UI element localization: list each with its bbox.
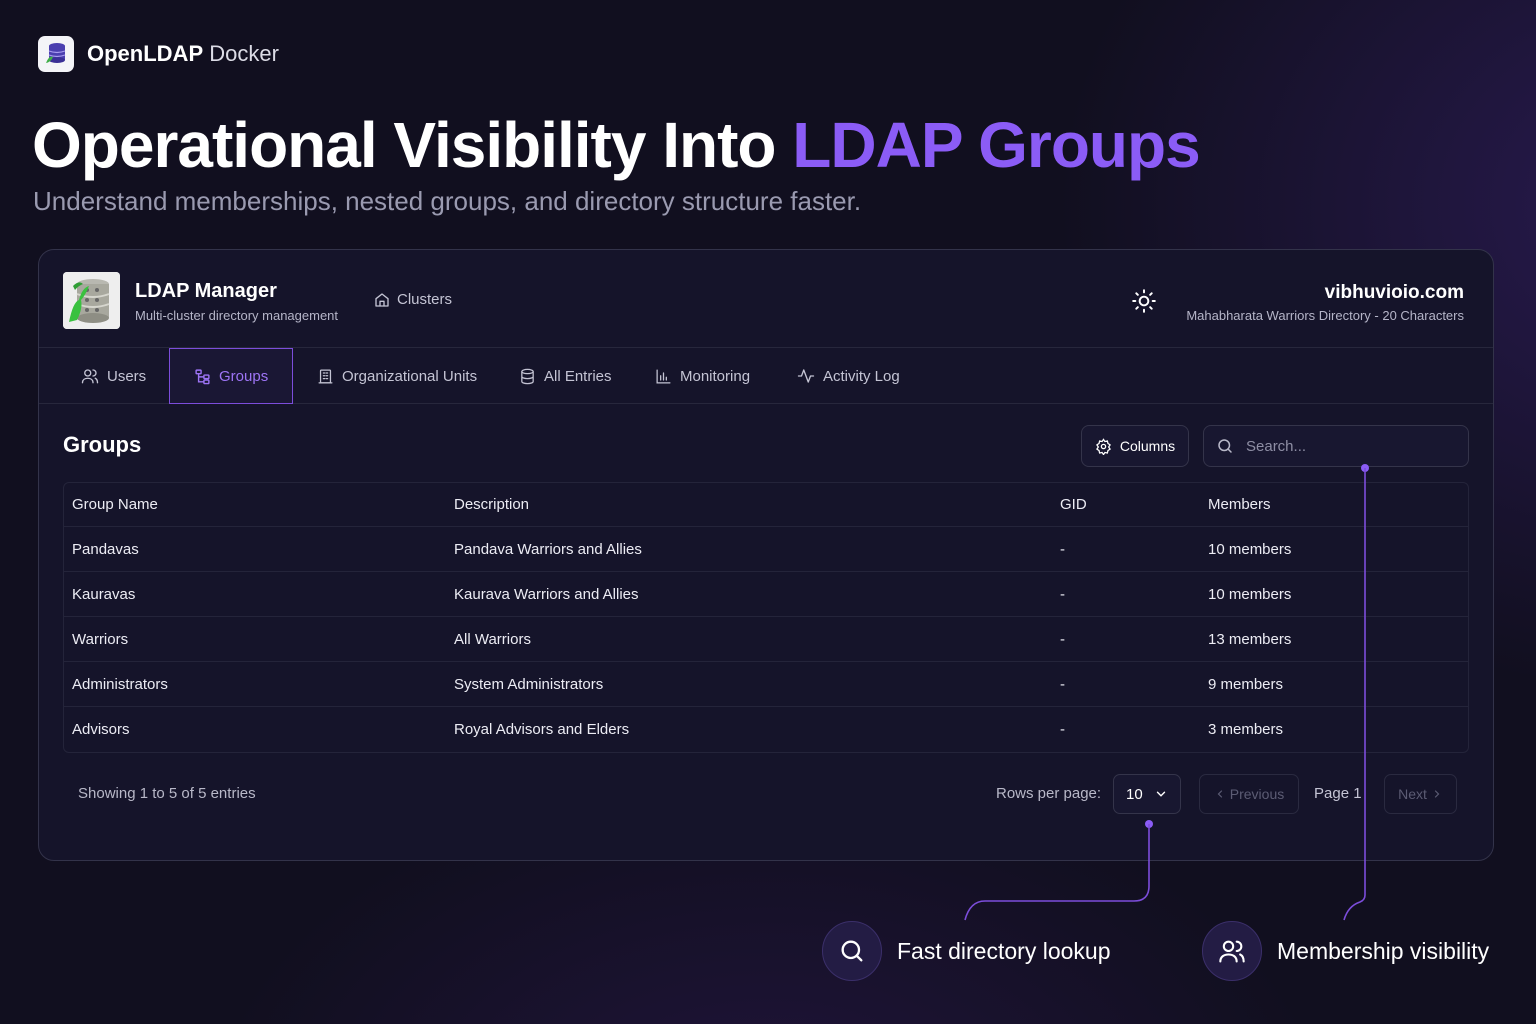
page-indicator: Page 1: [1314, 785, 1362, 802]
chevron-right-icon: [1434, 790, 1440, 798]
feature-label: Membership visibility: [1277, 937, 1490, 964]
cell-members: 9 members: [1208, 675, 1284, 693]
cell-gid: -: [1060, 585, 1065, 603]
activity-icon: [797, 369, 815, 383]
cell-gid: -: [1060, 721, 1065, 738]
rows-per-page-select[interactable]: 10: [1113, 774, 1181, 814]
cell-description: System Administrators: [454, 675, 604, 693]
section-title: Groups: [63, 432, 142, 457]
rows-per-page-label: Rows per page:: [996, 785, 1102, 802]
cell-description: Kaurava Warriors and Allies: [454, 585, 639, 603]
groups-icon: [195, 368, 210, 384]
app-subtitle: Multi-cluster directory management: [135, 308, 339, 323]
previous-page-button[interactable]: Previous: [1199, 774, 1299, 814]
next-page-button[interactable]: Next: [1384, 774, 1457, 814]
search-input[interactable]: [1246, 437, 1446, 455]
ldap-manager-logo-icon: [63, 272, 120, 329]
cell-gid: -: [1060, 540, 1065, 558]
feature-fast-lookup: Fast directory lookup: [822, 921, 1110, 981]
table-row[interactable]: Advisors Royal Advisors and Elders - 3 m…: [64, 707, 1468, 752]
header-description[interactable]: Description: [454, 483, 529, 526]
table-header-row: Group Name Description GID Members: [64, 483, 1468, 527]
openldap-logo-icon: [38, 36, 74, 72]
users-icon: [81, 369, 99, 384]
app-title: LDAP Manager: [135, 280, 277, 302]
gear-icon: [1095, 437, 1111, 455]
header-members[interactable]: Members: [1208, 483, 1271, 526]
entries-count: Showing 1 to 5 of 5 entries: [78, 785, 256, 802]
chevron-down-icon: [1156, 791, 1166, 797]
cell-description: Pandava Warriors and Allies: [454, 540, 642, 558]
cell-gid: -: [1060, 630, 1065, 648]
rows-per-page-value: 10: [1126, 785, 1143, 803]
cell-members: 10 members: [1208, 540, 1292, 558]
app-header: LDAP Manager Multi-cluster directory man…: [39, 250, 1493, 348]
building-icon: [318, 368, 333, 384]
directory-description: Mahabharata Warriors Directory - 20 Char…: [1186, 308, 1464, 323]
tab-organizational-units[interactable]: Organizational Units: [293, 348, 501, 404]
cell-group-name: Advisors: [72, 721, 130, 738]
search-icon: [1218, 439, 1232, 453]
cell-group-name: Kauravas: [72, 585, 136, 603]
cell-group-name: Pandavas: [72, 540, 139, 558]
cell-members: 13 members: [1208, 630, 1292, 648]
page-subheadline: Understand memberships, nested groups, a…: [33, 186, 862, 216]
search-icon: [841, 940, 863, 962]
page-headline: Operational Visibility Into LDAP Groups: [32, 109, 1201, 181]
table-row[interactable]: Kauravas Kaurava Warriors and Allies - 1…: [64, 572, 1468, 617]
columns-button[interactable]: Columns: [1081, 425, 1189, 467]
brand-name: OpenLDAP Docker: [87, 41, 279, 66]
feature-search-circle: [822, 921, 882, 981]
cell-description: Royal Advisors and Elders: [454, 721, 630, 738]
nav-tabs: Users Groups Organizational Units All En…: [39, 348, 1493, 404]
database-icon: [521, 368, 534, 384]
table-row[interactable]: Administrators System Administrators - 9…: [64, 662, 1468, 707]
tab-activity-log[interactable]: Activity Log: [773, 348, 924, 404]
app-window: LDAP Manager Multi-cluster directory man…: [38, 249, 1494, 861]
users-icon: [1219, 940, 1245, 963]
home-icon: [375, 292, 389, 307]
clusters-label: Clusters: [397, 291, 453, 308]
tab-users[interactable]: Users: [57, 348, 170, 404]
cell-members: 3 members: [1208, 721, 1284, 738]
domain-name: vibhuvioio.com: [1324, 282, 1464, 303]
cell-gid: -: [1060, 675, 1065, 693]
theme-toggle-button[interactable]: [1131, 288, 1157, 314]
cell-description: All Warriors: [454, 630, 531, 648]
chevron-left-icon: [1217, 790, 1222, 798]
cell-group-name: Administrators: [72, 675, 168, 693]
bar-chart-icon: [656, 368, 671, 384]
table-row[interactable]: Warriors All Warriors - 13 members: [64, 617, 1468, 662]
cell-members: 10 members: [1208, 585, 1292, 603]
tab-groups[interactable]: Groups: [169, 348, 293, 404]
header-group-name[interactable]: Group Name: [72, 483, 158, 526]
tab-monitoring[interactable]: Monitoring: [631, 348, 774, 404]
feature-users-circle: [1202, 921, 1262, 981]
clusters-link[interactable]: Clusters: [374, 291, 452, 308]
feature-label: Fast directory lookup: [897, 937, 1111, 964]
cell-group-name: Warriors: [72, 630, 129, 648]
tab-all-entries[interactable]: All Entries: [495, 348, 636, 404]
groups-table: Group Name Description GID Members Panda…: [63, 482, 1469, 753]
search-box[interactable]: [1203, 425, 1469, 467]
brand: OpenLDAP Docker: [38, 36, 279, 72]
feature-membership-visibility: Membership visibility: [1202, 921, 1489, 981]
sun-icon: [1132, 289, 1156, 313]
table-row[interactable]: Pandavas Pandava Warriors and Allies - 1…: [64, 527, 1468, 572]
header-gid[interactable]: GID: [1060, 483, 1087, 526]
